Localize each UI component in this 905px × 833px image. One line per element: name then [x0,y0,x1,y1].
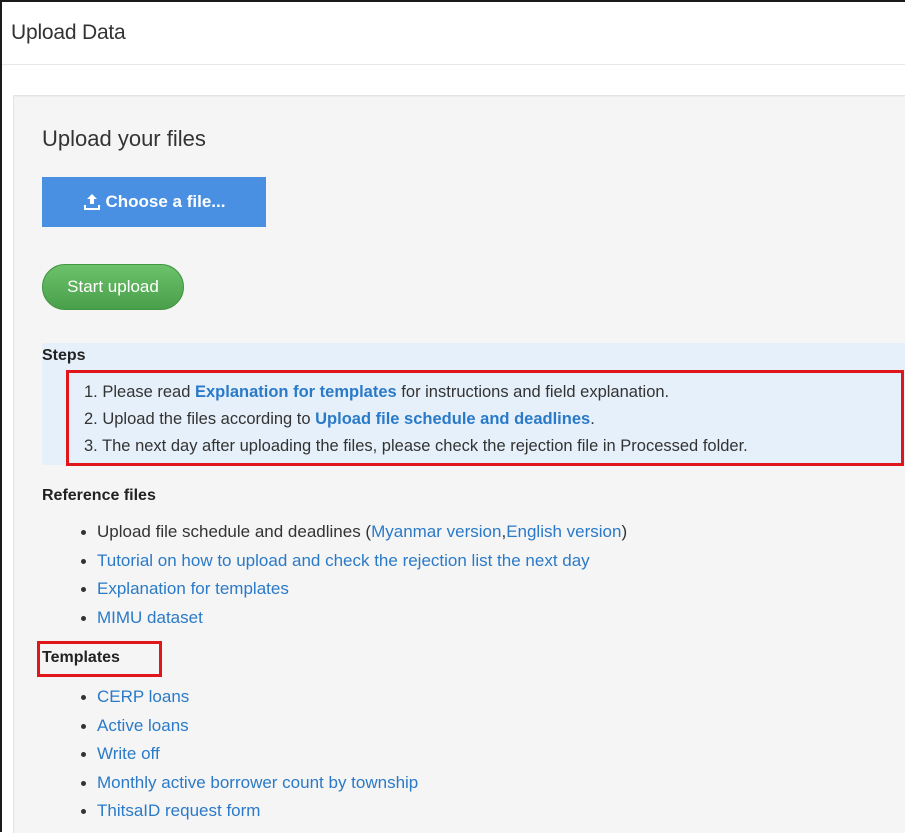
list-item: ThitsaID request form [78,797,418,826]
start-upload-button[interactable]: Start upload [42,264,184,310]
mimu-dataset-link[interactable]: MIMU dataset [97,608,203,627]
list-item: Upload file schedule and deadlines (Myan… [78,518,627,547]
steps-highlight-box [66,370,904,466]
page-header: Upload Data [2,2,905,65]
close-paren: ) [621,522,628,541]
reference-files-heading: Reference files [42,487,156,504]
cerp-loans-link[interactable]: CERP loans [97,687,189,706]
upload-panel: Upload your files Choose a file... Start… [13,95,905,833]
list-item: Active loans [78,712,418,741]
upload-icon [83,194,100,210]
list-item: Explanation for templates [78,575,627,604]
active-loans-link[interactable]: Active loans [97,716,189,735]
reference-files-list: Upload file schedule and deadlines (Myan… [78,518,627,632]
templates-list: CERP loans Active loans Write off Monthl… [78,683,418,826]
english-version-link[interactable]: English version [506,522,621,541]
tutorial-link[interactable]: Tutorial on how to upload and check the … [97,551,590,570]
choose-file-label: Choose a file... [105,192,226,211]
upload-heading: Upload your files [42,126,206,151]
write-off-link[interactable]: Write off [97,744,160,763]
explanation-templates-ref-link[interactable]: Explanation for templates [97,579,289,598]
thitsaid-request-form-link[interactable]: ThitsaID request form [97,801,260,820]
monthly-borrower-count-link[interactable]: Monthly active borrower count by townshi… [97,773,418,792]
schedule-text: Upload file schedule and deadlines ( [97,522,372,541]
myanmar-version-link[interactable]: Myanmar version [371,522,501,541]
list-item: Monthly active borrower count by townshi… [78,769,418,798]
list-item: Write off [78,740,418,769]
list-item: CERP loans [78,683,418,712]
list-item: Tutorial on how to upload and check the … [78,547,627,576]
templates-highlight-box [37,641,162,677]
list-item: MIMU dataset [78,604,627,633]
steps-heading: Steps [42,347,86,364]
choose-file-button[interactable]: Choose a file... [42,177,266,227]
page-title: Upload Data [11,21,126,44]
